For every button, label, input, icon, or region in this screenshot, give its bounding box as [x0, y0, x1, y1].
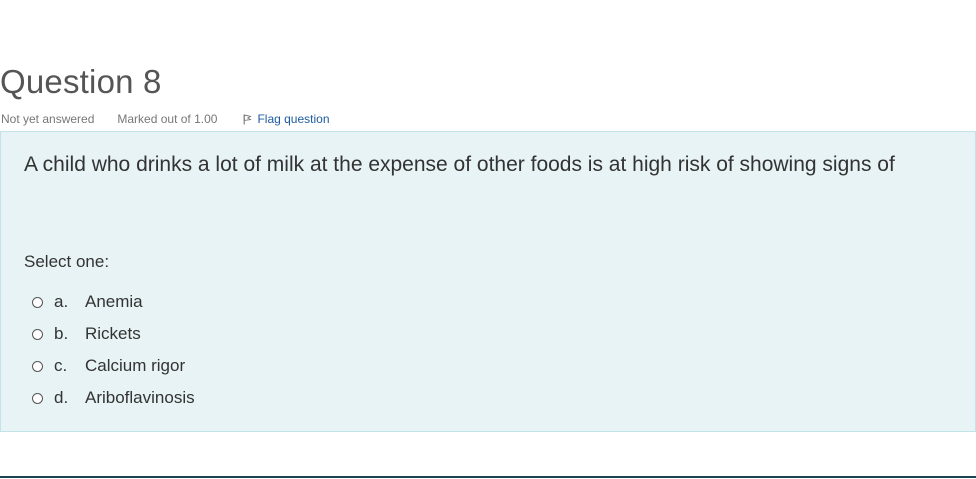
flag-question-link[interactable]: Flag question — [243, 112, 330, 126]
question-title: Question 8 — [0, 63, 162, 100]
radio-unchecked-icon[interactable] — [32, 392, 43, 404]
answer-option-b[interactable]: b. Rickets — [32, 318, 195, 350]
flag-question-label: Flag question — [257, 112, 330, 126]
radio-unchecked-icon[interactable] — [32, 296, 43, 308]
question-text: A child who drinks a lot of milk at the … — [24, 153, 895, 176]
option-text: Ariboflavinosis — [85, 388, 195, 407]
option-text: Rickets — [85, 324, 141, 343]
bottom-divider — [0, 476, 976, 478]
option-letter: d. — [54, 388, 69, 407]
option-text: Anemia — [85, 292, 143, 311]
question-state: Not yet answered — [1, 112, 95, 126]
radio-unchecked-icon[interactable] — [32, 328, 43, 340]
question-info: Not yet answered Marked out of 1.00 Flag… — [1, 111, 330, 127]
option-text: Calcium rigor — [85, 356, 186, 375]
select-one-prompt: Select one: — [24, 252, 110, 271]
answer-option-a[interactable]: a. Anemia — [32, 286, 195, 318]
question-panel: A child who drinks a lot of milk at the … — [0, 131, 976, 432]
question-grade: Marked out of 1.00 — [117, 112, 218, 126]
flag-icon — [244, 114, 252, 124]
answer-option-d[interactable]: d. Ariboflavinosis — [32, 382, 195, 414]
quiz-page: Question 8 Not yet answered Marked out o… — [0, 0, 976, 479]
answer-option-c[interactable]: c. Calcium rigor — [32, 350, 195, 382]
answer-options: a. Anemia b. Rickets c. Calcium rigor d.… — [32, 286, 195, 414]
option-letter: b. — [54, 324, 69, 343]
option-letter: c. — [54, 356, 68, 375]
radio-unchecked-icon[interactable] — [32, 360, 43, 372]
option-letter: a. — [54, 292, 69, 311]
